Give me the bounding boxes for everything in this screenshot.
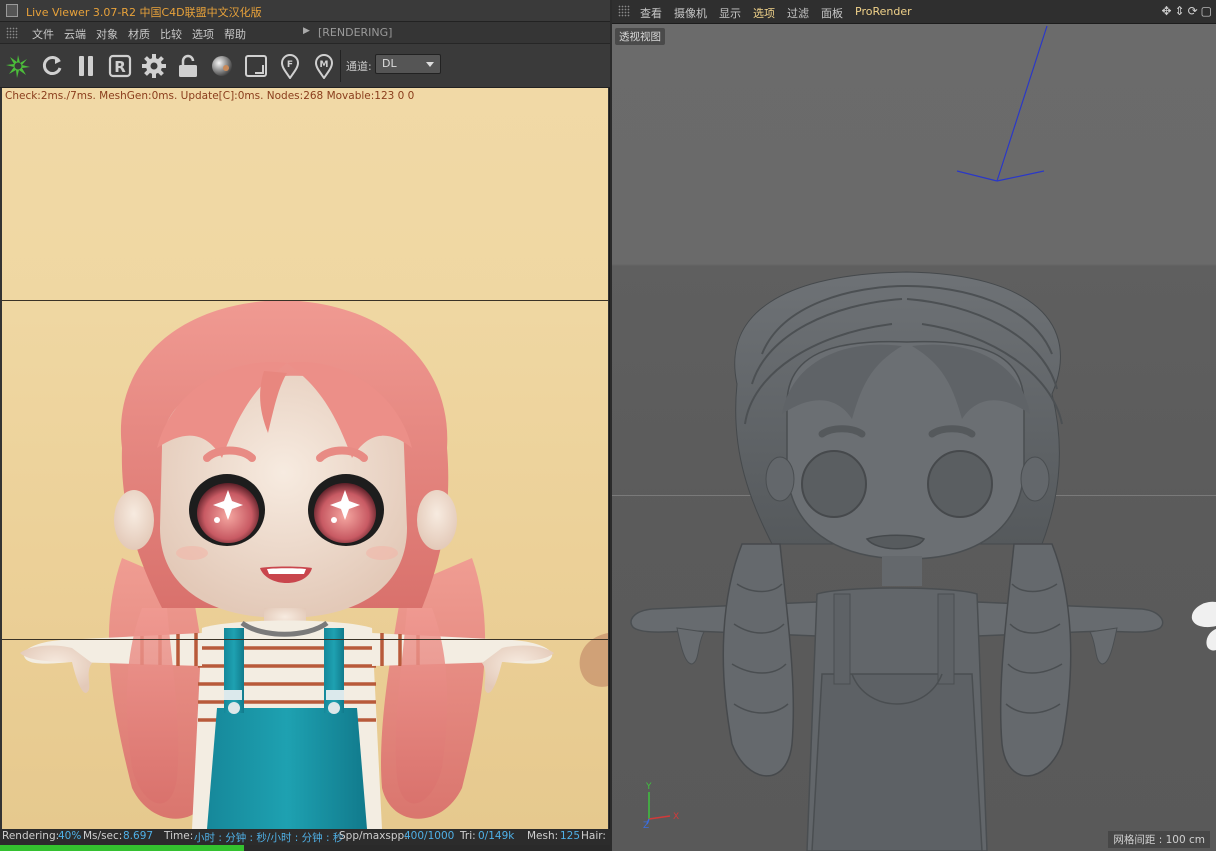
gear-icon[interactable] (139, 51, 169, 81)
region-guide-line (2, 639, 608, 640)
panel-grip-icon[interactable] (6, 27, 18, 39)
menu-options-active[interactable]: 选项 (747, 5, 781, 21)
toolbar-separator (340, 50, 341, 82)
channel-value: DL (382, 57, 397, 70)
spp-label: Spp/maxspp: (339, 830, 408, 842)
menu-options[interactable]: 选项 (187, 25, 219, 43)
r-icon[interactable]: R (105, 51, 135, 81)
viewport-character: Y X Z (630, 25, 1216, 851)
rotate-icon[interactable]: ⟳ (1188, 4, 1198, 18)
menu-prorender[interactable]: ProRender (849, 5, 918, 21)
menu-help[interactable]: 帮助 (219, 25, 251, 43)
focus-pick-icon[interactable]: F (275, 51, 305, 81)
region-guide-line (2, 300, 608, 301)
lock-icon[interactable] (173, 51, 203, 81)
region-render-icon[interactable] (241, 51, 271, 81)
menu-panel[interactable]: 面板 (815, 5, 849, 21)
channel-select[interactable]: DL (375, 54, 441, 74)
tri-value: 0/149k (478, 830, 515, 842)
rendering-label: Rendering: (2, 830, 60, 842)
menu-display[interactable]: 显示 (713, 5, 747, 21)
refresh-icon[interactable] (37, 51, 67, 81)
material-ball-icon[interactable] (207, 51, 237, 81)
render-progress-fill (0, 845, 244, 851)
svg-text:M: M (320, 60, 329, 70)
rendering-value: 40% (58, 830, 82, 842)
perspective-viewport[interactable]: Y X Z 透视视图 网格间距 : 100 cm (612, 24, 1216, 851)
octane-logo-icon[interactable] (3, 51, 33, 81)
live-viewer-title: Live Viewer 3.07-R2 中国C4D联盟中文汉化版 (26, 6, 262, 19)
menu-cloud[interactable]: 云端 (59, 25, 91, 43)
maximize-icon[interactable]: ▢ (1201, 4, 1212, 18)
material-pick-icon[interactable]: M (309, 51, 339, 81)
render-state: [RENDERING] (318, 26, 393, 39)
live-viewer-menubar: 文件 云端 对象 材质 比较 选项 帮助 ▶ [RENDERING] (0, 22, 610, 44)
grid-spacing-label: 网格间距 : 100 cm (1108, 831, 1210, 848)
axis-z-label: Z (643, 821, 649, 831)
render-stats: Check:2ms./7ms. MeshGen:0ms. Update[C]:0… (5, 90, 415, 102)
menu-file[interactable]: 文件 (27, 25, 59, 43)
panel-grip-icon[interactable] (618, 5, 630, 17)
live-viewer-titlebar: Live Viewer 3.07-R2 中国C4D联盟中文汉化版 (0, 0, 610, 22)
axis-y-label: Y (645, 782, 652, 792)
render-statusbar: Rendering: 40% Ms/sec: 8.697 Time: 小时 : … (0, 829, 610, 845)
chevron-down-icon (426, 62, 434, 67)
axis-x-label: X (673, 812, 679, 822)
pause-icon[interactable] (71, 51, 101, 81)
time-label: Time: (164, 830, 194, 842)
mesh-label: Mesh: (527, 830, 559, 842)
viewport-panel: 查看 摄像机 显示 选项 过滤 面板 ProRender ✥ ⇕ ⟳ ▢ Y X… (612, 0, 1216, 851)
menu-objects[interactable]: 对象 (91, 25, 123, 43)
window-menu-icon[interactable] (6, 4, 18, 17)
menu-camera[interactable]: 摄像机 (668, 5, 713, 21)
view-name-label[interactable]: 透视视图 (615, 28, 665, 45)
render-canvas[interactable]: Check:2ms./7ms. MeshGen:0ms. Update[C]:0… (2, 88, 608, 829)
spp-value: 400/1000 (404, 830, 455, 842)
menu-filter[interactable]: 过滤 (781, 5, 815, 21)
render-progress-bar (0, 845, 610, 851)
tri-label: Tri: (460, 830, 476, 842)
move-icon[interactable]: ✥ (1161, 4, 1171, 18)
live-viewer-window: Live Viewer 3.07-R2 中国C4D联盟中文汉化版 文件 云端 对… (0, 0, 610, 851)
live-viewer-toolbar: R F M 通道: DL (0, 44, 610, 88)
ms-value: 8.697 (123, 830, 154, 842)
mesh-value: 125 (560, 830, 581, 842)
ms-label: Ms/sec: (83, 830, 123, 842)
menu-materials[interactable]: 材质 (123, 25, 155, 43)
menu-compare[interactable]: 比较 (155, 25, 187, 43)
menu-view[interactable]: 查看 (634, 5, 668, 21)
svg-text:R: R (114, 58, 126, 76)
dolly-icon[interactable]: ⇕ (1175, 4, 1185, 18)
hair-label: Hair: (581, 830, 606, 842)
viewport-menubar: 查看 摄像机 显示 选项 过滤 面板 ProRender ✥ ⇕ ⟳ ▢ (612, 0, 1216, 24)
svg-text:F: F (287, 60, 293, 70)
time-value: 小时 : 分钟 : 秒/小时 : 分钟 : 秒 (194, 832, 344, 844)
rendered-character (20, 300, 608, 829)
play-arrow-icon: ▶ (303, 26, 310, 36)
channel-label: 通道: (346, 60, 372, 73)
